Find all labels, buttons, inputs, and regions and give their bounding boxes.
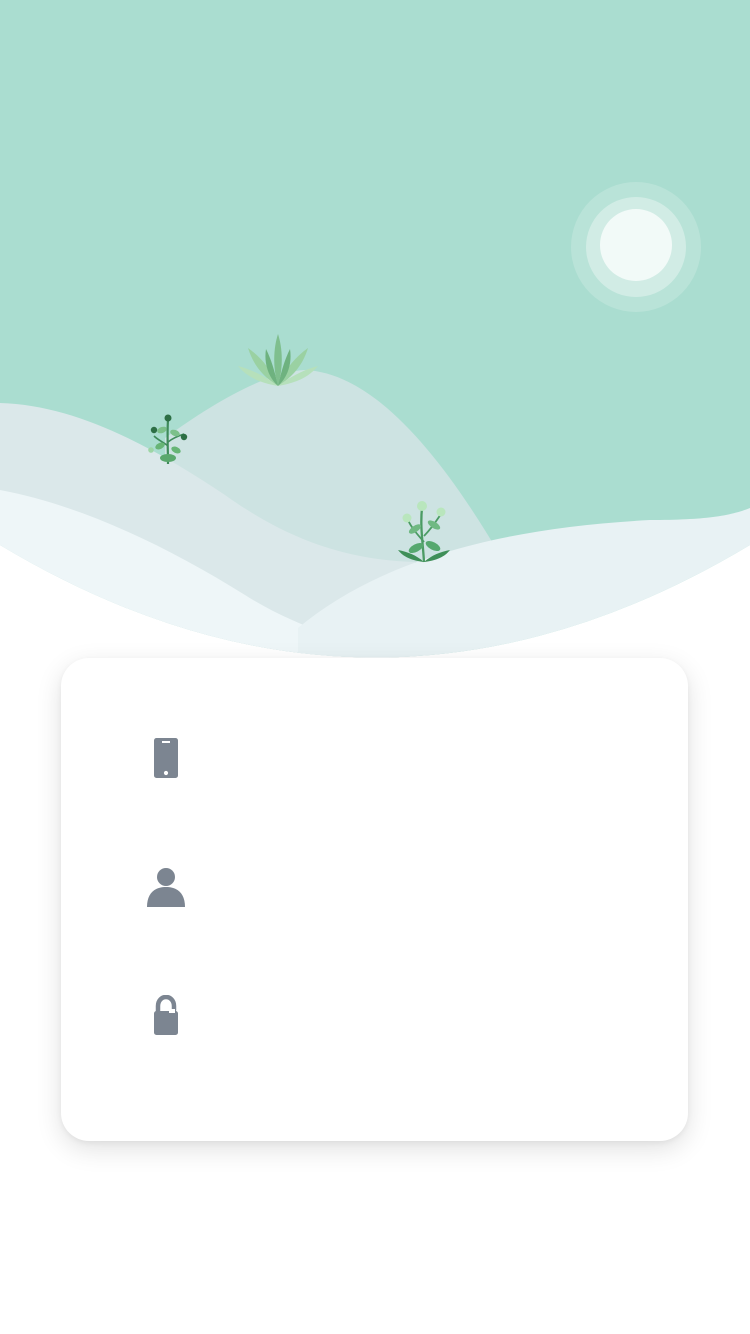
user-icon (131, 855, 201, 919)
username-input[interactable] (201, 863, 631, 911)
lock-icon (131, 983, 201, 1047)
password-input[interactable] (201, 991, 631, 1039)
username-field-row (131, 855, 631, 919)
phone-icon (131, 726, 201, 790)
login-card (61, 658, 688, 1141)
sun-icon (571, 182, 701, 312)
password-field-row (131, 983, 631, 1047)
hero-illustration (0, 0, 750, 660)
landscape-scene (0, 0, 750, 658)
phone-field-row (131, 726, 631, 790)
login-page (0, 0, 750, 1334)
phone-input[interactable] (201, 734, 631, 782)
